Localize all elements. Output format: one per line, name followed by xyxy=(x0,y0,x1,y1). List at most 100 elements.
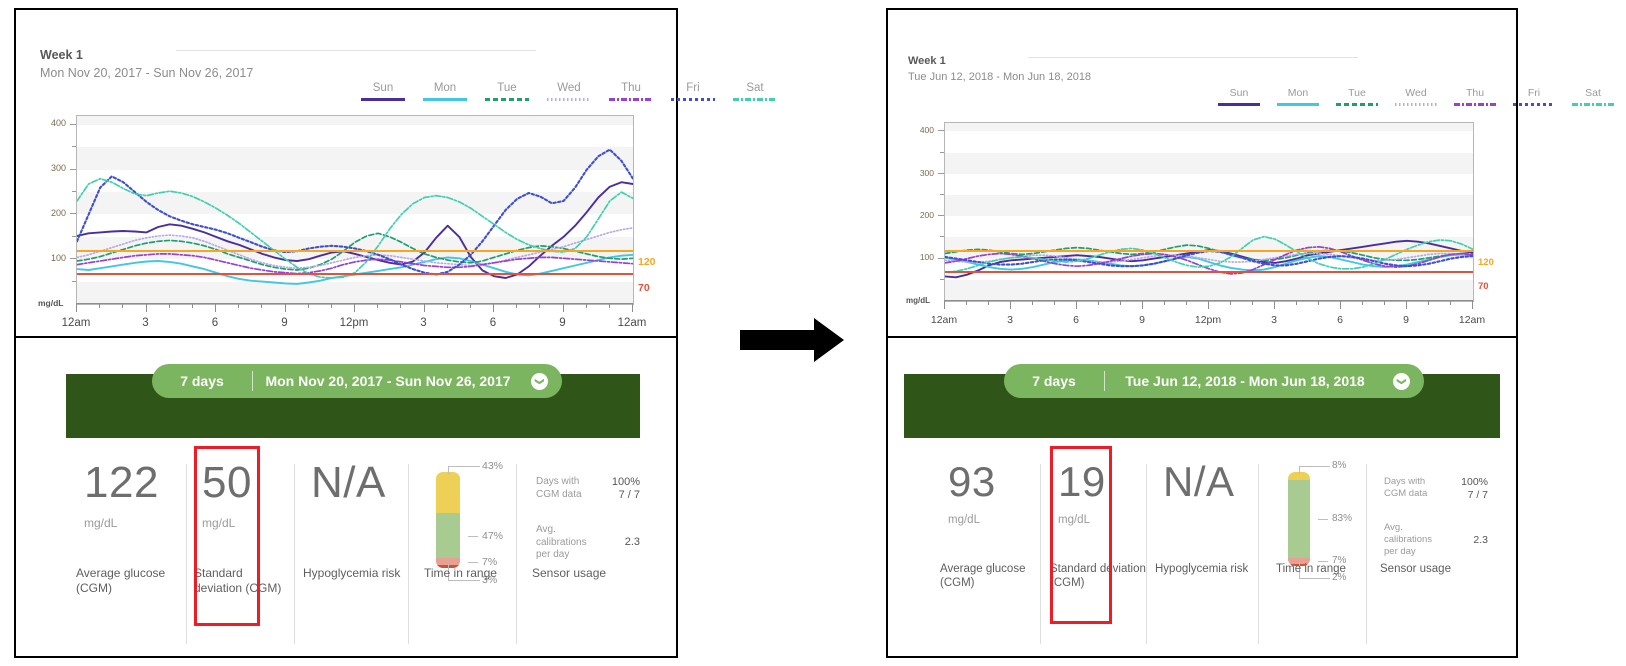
y-tick xyxy=(70,258,76,260)
sensor-usage-value-1-a: 2.3 xyxy=(624,536,640,548)
legend-label: Thu xyxy=(621,82,641,94)
leader-line-0 xyxy=(1299,466,1330,467)
legend-item-mon: Mon xyxy=(423,82,467,101)
x-tick xyxy=(1054,300,1055,305)
left-selector-range: Mon Nov 20, 2017 - Sun Nov 26, 2017 xyxy=(265,373,511,389)
sensor-usage-value-1-a: 2.3 xyxy=(1473,533,1488,546)
x-axis-label: 12am xyxy=(617,317,647,329)
y-tick xyxy=(938,172,944,174)
left-chart-block: Week 1 Mon Nov 20, 2017 - Sun Nov 26, 20… xyxy=(16,10,777,336)
legend-swatch xyxy=(361,97,405,101)
right-week-title: Week 1 xyxy=(908,55,946,67)
right-title-rule xyxy=(1028,57,1358,58)
right-date-selector[interactable]: 7 days Tue Jun 12, 2018 - Mon Jun 18, 20… xyxy=(1004,364,1424,398)
legend-swatch xyxy=(547,97,591,101)
standard-deviation-highlight xyxy=(194,446,260,626)
left-stats-row: 122 mg/dL Average glucose (CGM) 50 mg/dL Stan… xyxy=(16,446,676,654)
x-axis-label: 3 xyxy=(1271,314,1277,326)
x-tick xyxy=(516,303,518,308)
legend-item-sat: Sat xyxy=(1572,87,1614,106)
legend-swatch xyxy=(1277,102,1319,106)
left-report-panel: Week 1 Mon Nov 20, 2017 - Sun Nov 26, 20… xyxy=(14,8,777,658)
left-title-rule xyxy=(176,50,536,51)
stat-divider xyxy=(1040,464,1041,644)
chevron-down-icon[interactable]: ❯ xyxy=(1393,372,1410,390)
average-glucose-caption: Average glucose (CGM) xyxy=(76,566,166,595)
x-axis-label: 12am xyxy=(930,314,958,326)
legend-swatch xyxy=(609,97,653,101)
legend-swatch xyxy=(733,97,777,101)
legend-item-tue: Tue xyxy=(485,82,529,101)
x-tick xyxy=(1252,300,1253,305)
x-tick xyxy=(261,303,263,308)
hypoglycemia-risk-value: N/A xyxy=(311,458,386,507)
y-axis-label: 200 xyxy=(50,207,66,218)
time-in-range-bar xyxy=(436,472,460,568)
right-target-low-label: 70 xyxy=(1478,281,1489,292)
left-target-high-label: 120 xyxy=(638,256,656,268)
x-tick xyxy=(1472,300,1473,309)
legend-label: Tue xyxy=(1348,87,1366,99)
x-tick xyxy=(284,303,286,312)
x-tick xyxy=(168,303,170,308)
leader-line-0 xyxy=(448,466,480,468)
sensor-usage-label-1: Avg. calibrations per day xyxy=(1384,522,1433,557)
average-glucose-caption: Average glucose (CGM) xyxy=(940,563,1026,590)
x-axis-label: 9 xyxy=(281,317,288,329)
x-tick xyxy=(608,303,610,308)
average-glucose-unit: mg/dL xyxy=(948,514,980,526)
right-summary-frame: 7 days Tue Jun 12, 2018 - Mon Jun 18, 20… xyxy=(886,338,1518,658)
sensor-usage-value-0-b: 7 / 7 xyxy=(618,489,640,501)
target-line-120 xyxy=(77,250,633,253)
x-axis-label: 6 xyxy=(489,317,497,329)
legend-swatch xyxy=(1336,102,1378,106)
x-axis-label: 6 xyxy=(1337,314,1343,326)
time-in-range-percent-0: 8% xyxy=(1332,460,1347,471)
left-glucose-plot xyxy=(76,115,634,305)
x-tick xyxy=(145,303,147,312)
legend-item-wed: Wed xyxy=(1395,87,1437,106)
x-tick xyxy=(330,303,332,308)
sensor-usage-label-1: Avg. calibrations per day xyxy=(536,524,587,560)
y-tick xyxy=(70,213,76,215)
right-week-range: Tue Jun 12, 2018 - Mon Jun 18, 2018 xyxy=(908,71,1092,83)
stat-divider xyxy=(408,464,409,644)
x-axis-label: 3 xyxy=(420,317,427,329)
time-in-range-segment-1 xyxy=(1288,479,1310,558)
x-tick xyxy=(377,303,379,308)
average-glucose-value: 122 xyxy=(84,458,159,507)
x-axis-label: 12pm xyxy=(1194,314,1222,326)
x-tick xyxy=(966,300,967,305)
chevron-down-icon[interactable]: ❯ xyxy=(531,372,548,390)
legend-label: Wed xyxy=(1405,87,1427,99)
time-in-range-segment-1 xyxy=(436,513,460,559)
right-stats-row: 93 mg/dL Average glucose (CGM) 19 mg/dL Stand… xyxy=(888,446,1516,654)
y-axis-label: 100 xyxy=(50,252,66,263)
right-chart-block: Week 1 Tue Jun 12, 2018 - Mon Jun 18, 20… xyxy=(888,10,1614,336)
time-in-range-bar xyxy=(1288,472,1310,566)
legend-swatch xyxy=(1218,102,1260,106)
y-tick xyxy=(72,146,76,148)
left-legend: Sun Mon Tue Wed Thu Fri Sat xyxy=(361,82,777,101)
left-date-selector[interactable]: 7 days Mon Nov 20, 2017 - Sun Nov 26, 20… xyxy=(152,364,562,398)
x-tick xyxy=(1428,300,1429,305)
y-axis-label: 100 xyxy=(919,252,934,263)
x-tick xyxy=(1362,300,1363,305)
right-selector-days: 7 days xyxy=(1032,373,1076,389)
trace-sun xyxy=(77,181,633,279)
x-tick xyxy=(1032,300,1033,305)
x-tick xyxy=(1098,300,1099,305)
x-tick xyxy=(423,303,425,312)
y-tick xyxy=(72,280,76,282)
right-target-high-label: 120 xyxy=(1478,257,1494,268)
x-axis-label: 6 xyxy=(211,317,219,329)
stat-divider xyxy=(1366,464,1367,644)
y-tick xyxy=(940,278,944,280)
y-axis-label: 200 xyxy=(919,209,934,220)
x-tick xyxy=(215,303,216,312)
legend-label: Mon xyxy=(433,82,457,94)
time-in-range-segment-0 xyxy=(436,472,460,514)
x-axis-label: 9 xyxy=(559,317,566,329)
left-week-range: Mon Nov 20, 2017 - Sun Nov 26, 2017 xyxy=(40,66,254,80)
x-tick xyxy=(493,303,494,312)
